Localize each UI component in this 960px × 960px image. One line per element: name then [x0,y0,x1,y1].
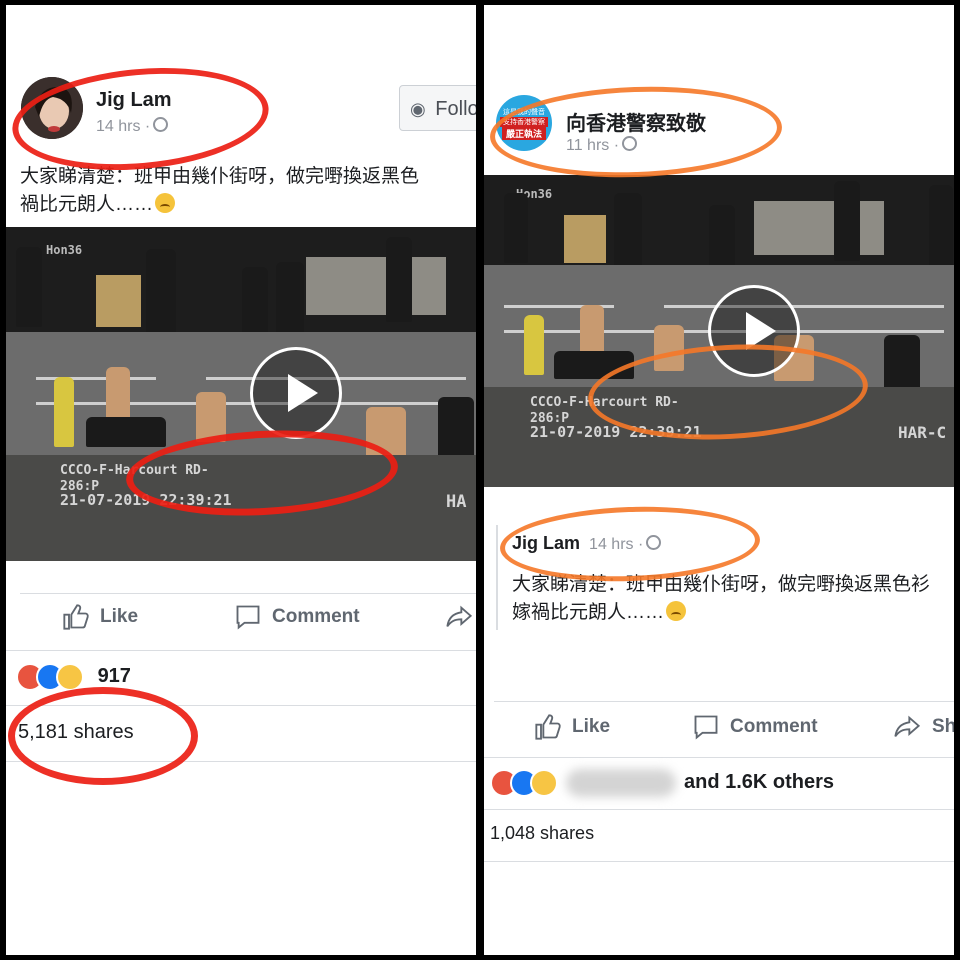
cctv-location-label: CCCO-F-Harcourt RD- [530,395,679,410]
wow-reaction-icon [530,769,558,797]
share-label: Sha [932,716,954,737]
shared-text-line-2: 嫁禍比元朗人…… [512,599,930,627]
avatar-portrait-icon [21,77,83,139]
sad-face-emoji-icon [666,601,687,621]
comment-icon [236,605,260,630]
sad-face-emoji-icon [155,193,176,213]
comment-icon [694,715,718,740]
share-button[interactable] [444,603,474,631]
page-avatar[interactable]: 這是我的聲音 支持香港警察 嚴正執法 [496,95,552,151]
author-avatar[interactable] [21,77,83,139]
video-player[interactable]: Hon36 CCCO-F-Harcourt RD- 286:P 21-07-20… [6,227,476,561]
reaction-others[interactable]: and 1.6K others [684,771,834,794]
like-icon [535,714,561,740]
blurred-name [566,769,676,797]
shared-author-name[interactable]: Jig Lam 14 hrs · [512,533,662,554]
page-author-name[interactable]: 向香港警察致敬 [566,107,706,136]
play-icon[interactable] [250,347,342,439]
post-time-text: 11 hrs · [566,137,620,154]
reaction-summary[interactable] [490,769,558,797]
shared-author-name-text: Jig Lam [512,533,581,553]
comment-label: Comment [730,716,818,737]
shared-text-line-2-text: 嫁禍比元朗人…… [512,602,665,623]
avatar-text-1: 這是我的聲音 [503,109,545,116]
divider [20,593,476,594]
video-player[interactable]: Hon36 CCCO-F-Harcourt RD- 286:P 21-07-20… [484,175,954,487]
post-timestamp: 11 hrs · [566,136,638,155]
globe-icon [153,117,169,132]
cctv-corner-label: Hon36 [46,243,83,257]
globe-icon [622,136,638,151]
cctv-timestamp: 21-07-2019 22:39:21 [60,491,232,509]
shared-post-border [496,525,498,630]
like-button[interactable]: Like [62,603,138,631]
like-label: Like [572,716,611,737]
post-timestamp: 14 hrs · [96,117,169,136]
divider [494,701,954,702]
left-screenshot-panel: Jig Lam 14 hrs · ◉ Follo 大家睇清楚：班甲由幾仆街呀，做… [6,5,476,955]
cctv-timestamp: 21-07-2019 22:39:21 [530,423,702,441]
shared-text-line-1: 大家睇清楚：班甲由幾仆街呀，做完嘢換返黑色衫 [512,574,931,595]
post-text-line-2: 禍比元朗人…… [20,191,419,219]
like-label: Like [100,606,139,627]
avatar-text-3: 嚴正執法 [502,127,546,140]
cctv-location-label: CCCO-F-Harcourt RD- [60,463,209,478]
comment-button[interactable]: Comment [692,713,818,741]
divider [6,705,476,706]
like-button[interactable]: Like [534,713,610,741]
shared-post-text: 大家睇清楚：班甲由幾仆街呀，做完嘢換返黑色衫 嫁禍比元朗人…… [512,571,930,627]
post-author-name[interactable]: Jig Lam [96,89,172,112]
reaction-summary[interactable]: 917 [16,663,131,691]
share-count[interactable]: 1,048 shares [490,823,594,844]
share-button[interactable]: Sha [892,713,954,741]
share-count[interactable]: 5,181 shares [18,721,134,744]
divider [484,861,954,862]
divider [6,650,476,651]
wow-reaction-icon [56,663,84,691]
divider [6,761,476,762]
share-icon [446,605,473,627]
rss-icon: ◉ [410,99,426,119]
post-text-line-1: 大家睇清楚：班甲由幾仆街呀，做完嘢換返黑色 [20,166,420,187]
shared-time-text: 14 hrs · [589,536,644,553]
follow-button[interactable]: ◉ Follo [399,85,476,131]
comment-label: Comment [272,606,360,627]
share-icon [894,715,921,737]
post-time-text: 14 hrs · [96,118,151,135]
shared-time: 14 hrs · [589,535,662,553]
play-icon[interactable] [708,285,800,377]
cctv-side-label: HA [446,492,467,512]
divider [484,809,954,810]
post-text: 大家睇清楚：班甲由幾仆街呀，做完嘢換返黑色 禍比元朗人…… [20,163,419,219]
post-text-line-2-text: 禍比元朗人…… [20,194,154,215]
follow-label: Follo [435,98,476,120]
globe-icon [646,535,662,550]
like-icon [63,604,89,630]
reaction-count: 917 [97,665,131,688]
cctv-side-label: HAR-C [898,423,947,442]
avatar-text-2: 支持香港警察 [500,117,548,127]
comment-button[interactable]: Comment [234,603,360,631]
right-screenshot-panel: 這是我的聲音 支持香港警察 嚴正執法 向香港警察致敬 11 hrs · Hon3… [484,5,954,955]
divider [484,757,954,758]
